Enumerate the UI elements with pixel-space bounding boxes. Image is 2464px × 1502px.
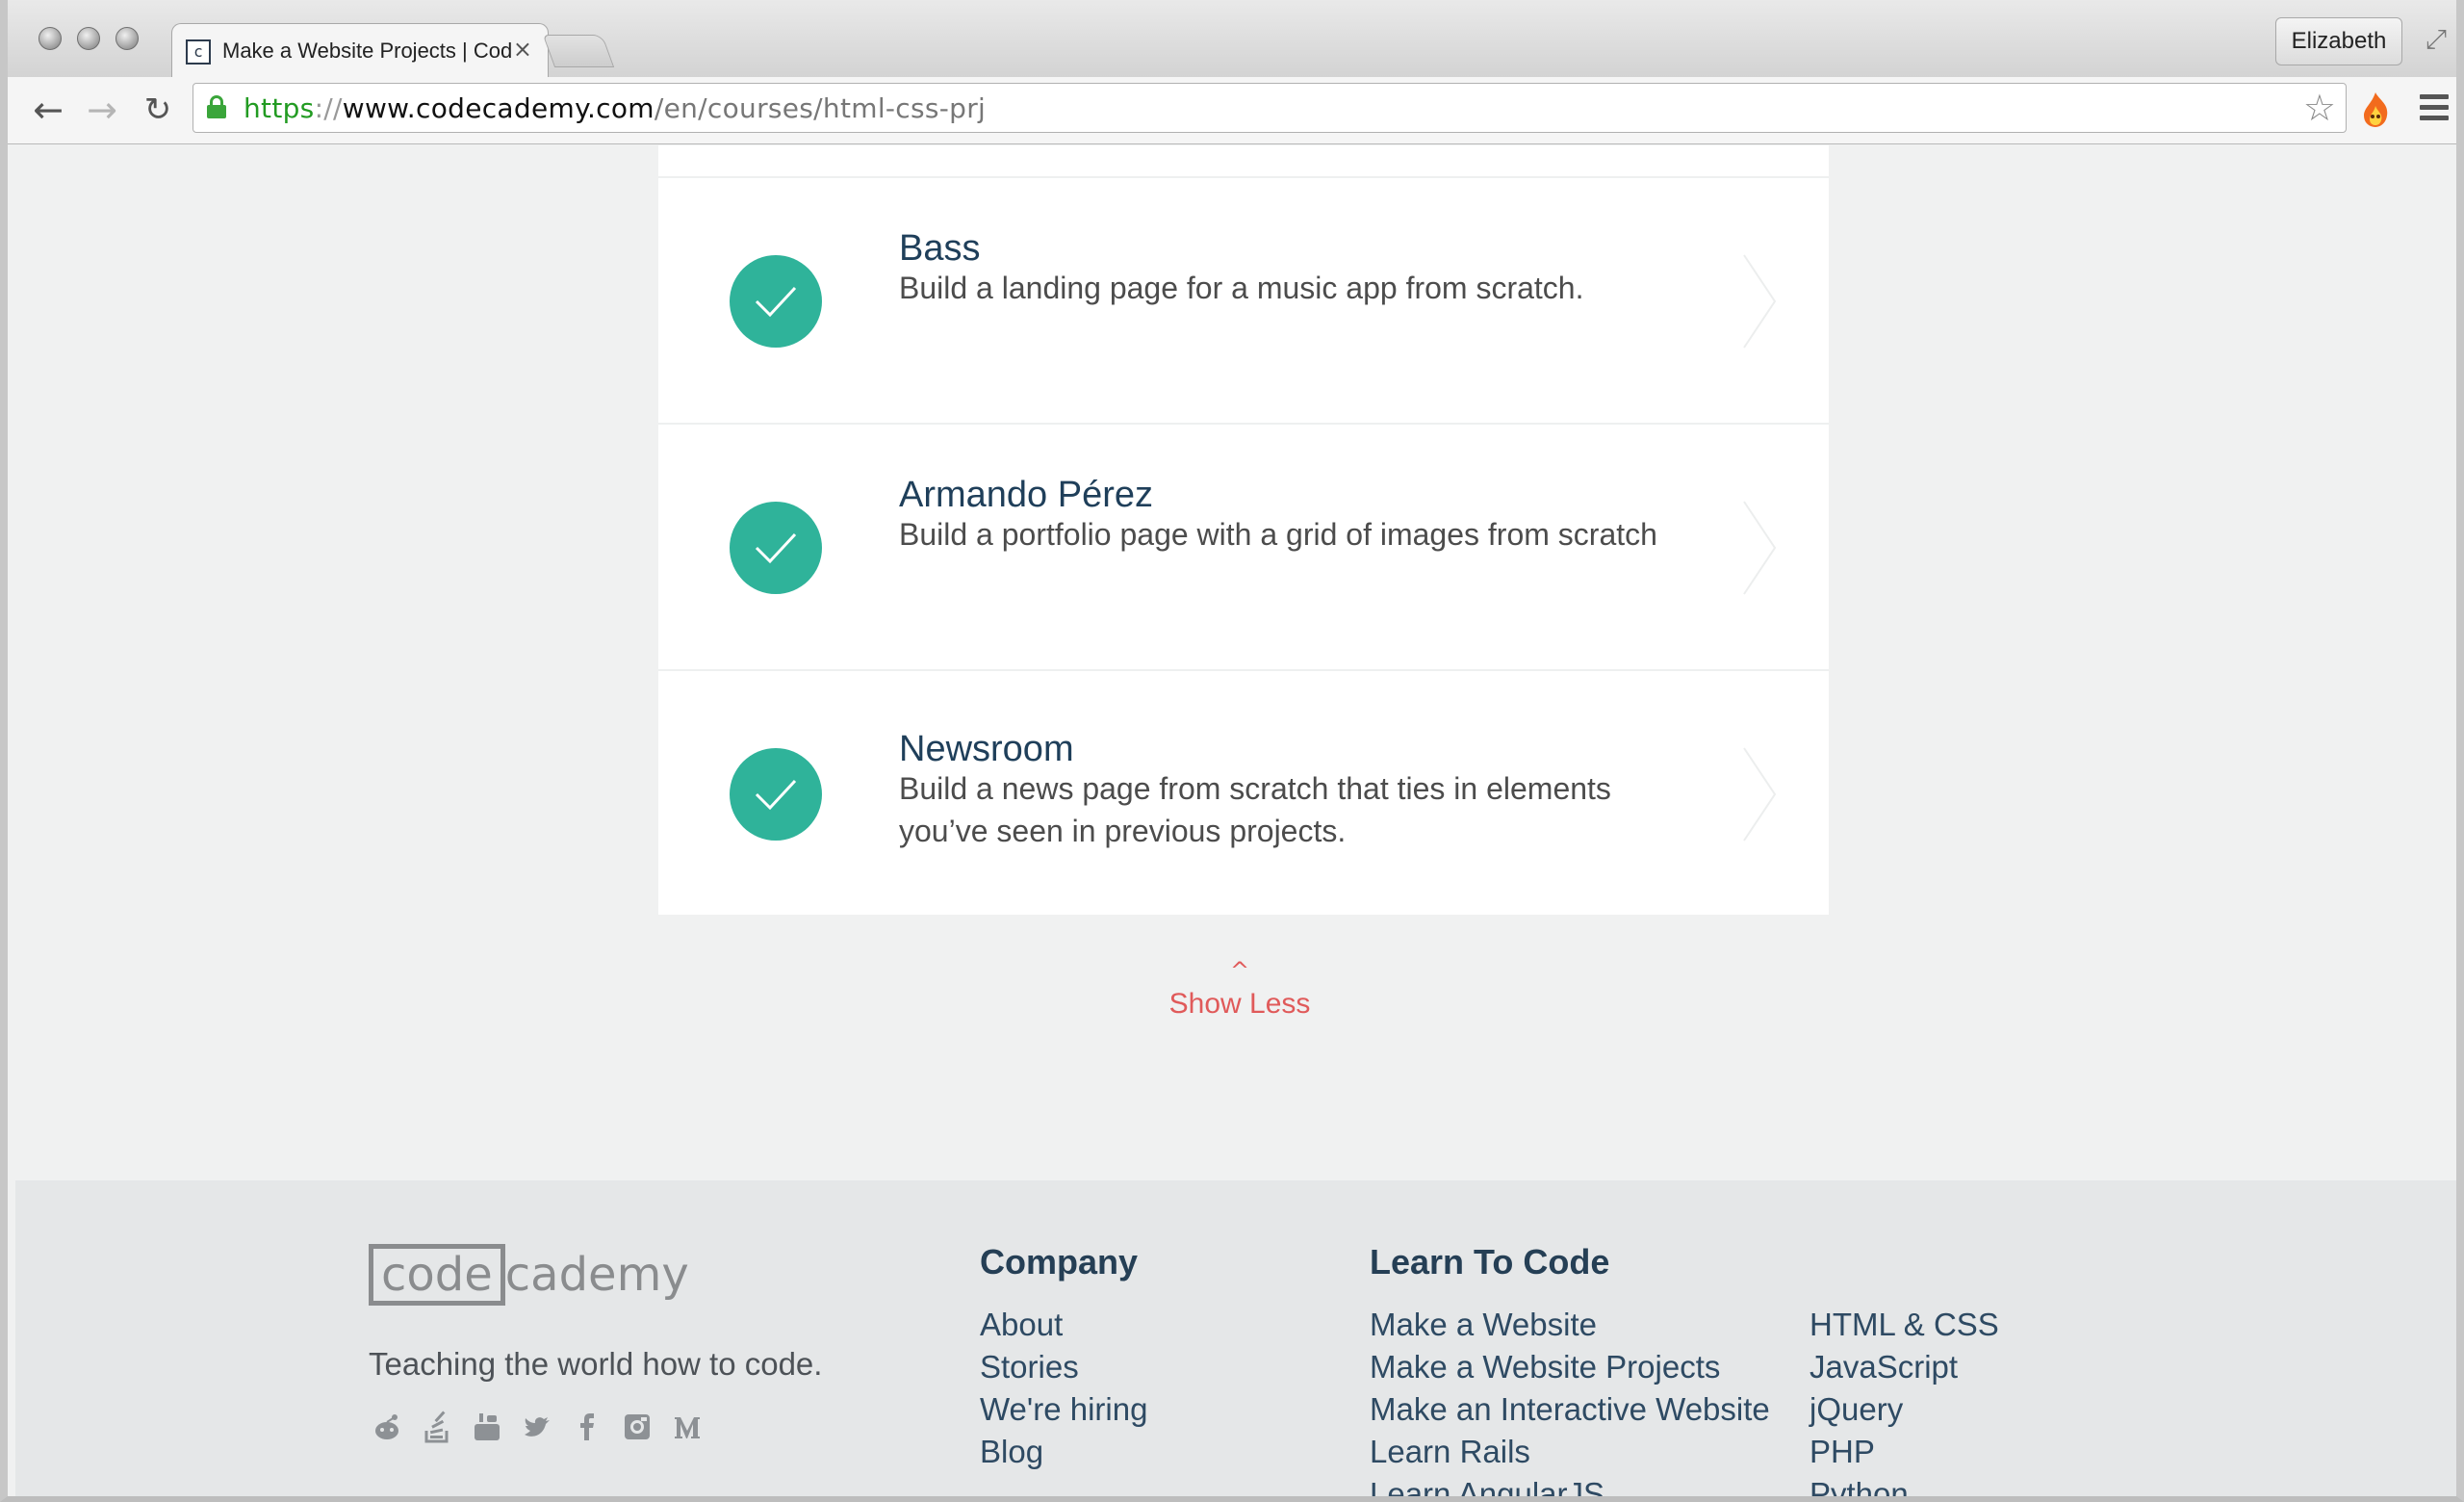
address-bar[interactable]: https://www.codecademy.com/en/courses/ht…	[192, 83, 2347, 133]
completed-check-icon	[730, 255, 822, 348]
close-window-button[interactable]	[38, 27, 62, 50]
footer-link-make-a-website-projects[interactable]: Make a Website Projects	[1370, 1346, 1770, 1388]
reload-icon[interactable]: ↻	[137, 91, 179, 129]
chevron-right-icon	[1743, 747, 1777, 842]
project-title: Bass	[899, 228, 981, 269]
chevron-right-icon	[1743, 501, 1777, 595]
project-row[interactable]: Newsroom Build a news page from scratch …	[658, 671, 1829, 915]
footer-link-hiring[interactable]: We're hiring	[980, 1388, 1147, 1431]
project-title: Newsroom	[899, 729, 1074, 769]
active-tab[interactable]: c Make a Website Projects | Codecademy ×	[171, 23, 549, 79]
new-tab-button[interactable]	[542, 35, 615, 67]
page-viewport: Bass Build a landing page for a music ap…	[15, 145, 2456, 1496]
facebook-icon[interactable]	[572, 1410, 603, 1444]
site-footer: code cademy Teaching the world how to cod…	[15, 1180, 2456, 1496]
footer-link-blog[interactable]: Blog	[980, 1431, 1147, 1473]
company-links: About Stories We're hiring Blog	[980, 1304, 1147, 1473]
completed-check-icon	[730, 748, 822, 841]
lock-icon	[207, 95, 226, 118]
footer-link-stories[interactable]: Stories	[980, 1346, 1147, 1388]
project-row[interactable]: Bass Build a landing page for a music ap…	[658, 178, 1829, 425]
medium-icon[interactable]	[672, 1410, 703, 1444]
project-description: Build a landing page for a music app fro…	[899, 271, 1584, 305]
chrome-menu-icon[interactable]	[2420, 94, 2449, 123]
footer-link-php[interactable]: PHP	[1810, 1431, 1999, 1473]
codecademy-favicon-icon: c	[186, 39, 211, 65]
footer-link-learn-angularjs[interactable]: Learn AngularJS	[1370, 1473, 1770, 1496]
tab-strip: c Make a Website Projects | Codecademy ×…	[8, 0, 2456, 79]
footer-link-jquery[interactable]: jQuery	[1810, 1388, 1999, 1431]
stackoverflow-icon[interactable]	[422, 1410, 452, 1444]
reddit-icon[interactable]	[372, 1410, 402, 1444]
chevron-right-icon	[1743, 254, 1777, 349]
footer-link-make-a-website[interactable]: Make a Website	[1370, 1304, 1770, 1346]
instagram-icon[interactable]	[622, 1410, 653, 1444]
company-heading: Company	[980, 1242, 1139, 1282]
completed-check-icon	[730, 502, 822, 594]
project-title: Armando Pérez	[899, 475, 1154, 515]
footer-link-about[interactable]: About	[980, 1304, 1147, 1346]
tab-title: Make a Website Projects | Codecademy	[222, 39, 511, 63]
url-text[interactable]: https://www.codecademy.com/en/courses/ht…	[244, 92, 986, 124]
browser-window: c Make a Website Projects | Codecademy ×…	[0, 0, 2464, 1502]
footer-link-javascript[interactable]: JavaScript	[1810, 1346, 1999, 1388]
project-description: Build a news page from scratch that ties…	[899, 771, 1611, 848]
browser-toolbar: ← → ↻ https://www.codecademy.com/en/cour…	[8, 77, 2456, 144]
forward-arrow-icon[interactable]: →	[81, 91, 123, 129]
learn-links-courses: Make a Website Make a Website Projects M…	[1370, 1304, 1770, 1496]
show-less-label: Show Less	[1168, 988, 1311, 1020]
projects-card: Bass Build a landing page for a music ap…	[658, 145, 1829, 915]
footer-link-learn-rails[interactable]: Learn Rails	[1370, 1431, 1770, 1473]
social-links	[372, 1410, 703, 1448]
project-description: Build a portfolio page with a grid of im…	[899, 517, 1657, 552]
codecademy-logo[interactable]: code cademy	[369, 1244, 689, 1306]
bookmark-star-icon[interactable]: ☆	[2303, 88, 2336, 128]
footer-link-python[interactable]: Python	[1810, 1473, 1999, 1496]
back-arrow-icon[interactable]: ←	[27, 91, 69, 129]
profile-button[interactable]: Elizabeth	[2275, 17, 2402, 65]
learn-to-code-heading: Learn To Code	[1370, 1242, 1610, 1282]
footer-tagline: Teaching the world how to code.	[369, 1346, 823, 1382]
minimize-window-button[interactable]	[77, 27, 100, 50]
caret-up-icon: ^	[1229, 957, 1250, 984]
hotspot-shield-extension-icon[interactable]	[2358, 91, 2393, 129]
show-less-link[interactable]: ^ Show Less	[1122, 959, 1357, 1021]
learn-links-languages: HTML & CSS JavaScript jQuery PHP Python	[1810, 1304, 1999, 1496]
footer-link-html-css[interactable]: HTML & CSS	[1810, 1304, 1999, 1346]
zoom-window-button[interactable]	[116, 27, 139, 50]
footer-link-interactive-website[interactable]: Make an Interactive Website	[1370, 1388, 1770, 1431]
twitter-icon[interactable]	[522, 1410, 552, 1444]
project-row[interactable]: Armando Pérez Build a portfolio page wit…	[658, 425, 1829, 671]
tab-close-icon[interactable]: ×	[513, 36, 532, 63]
fullscreen-icon[interactable]: ⤢	[2422, 25, 2451, 54]
youtube-icon[interactable]	[472, 1410, 502, 1444]
